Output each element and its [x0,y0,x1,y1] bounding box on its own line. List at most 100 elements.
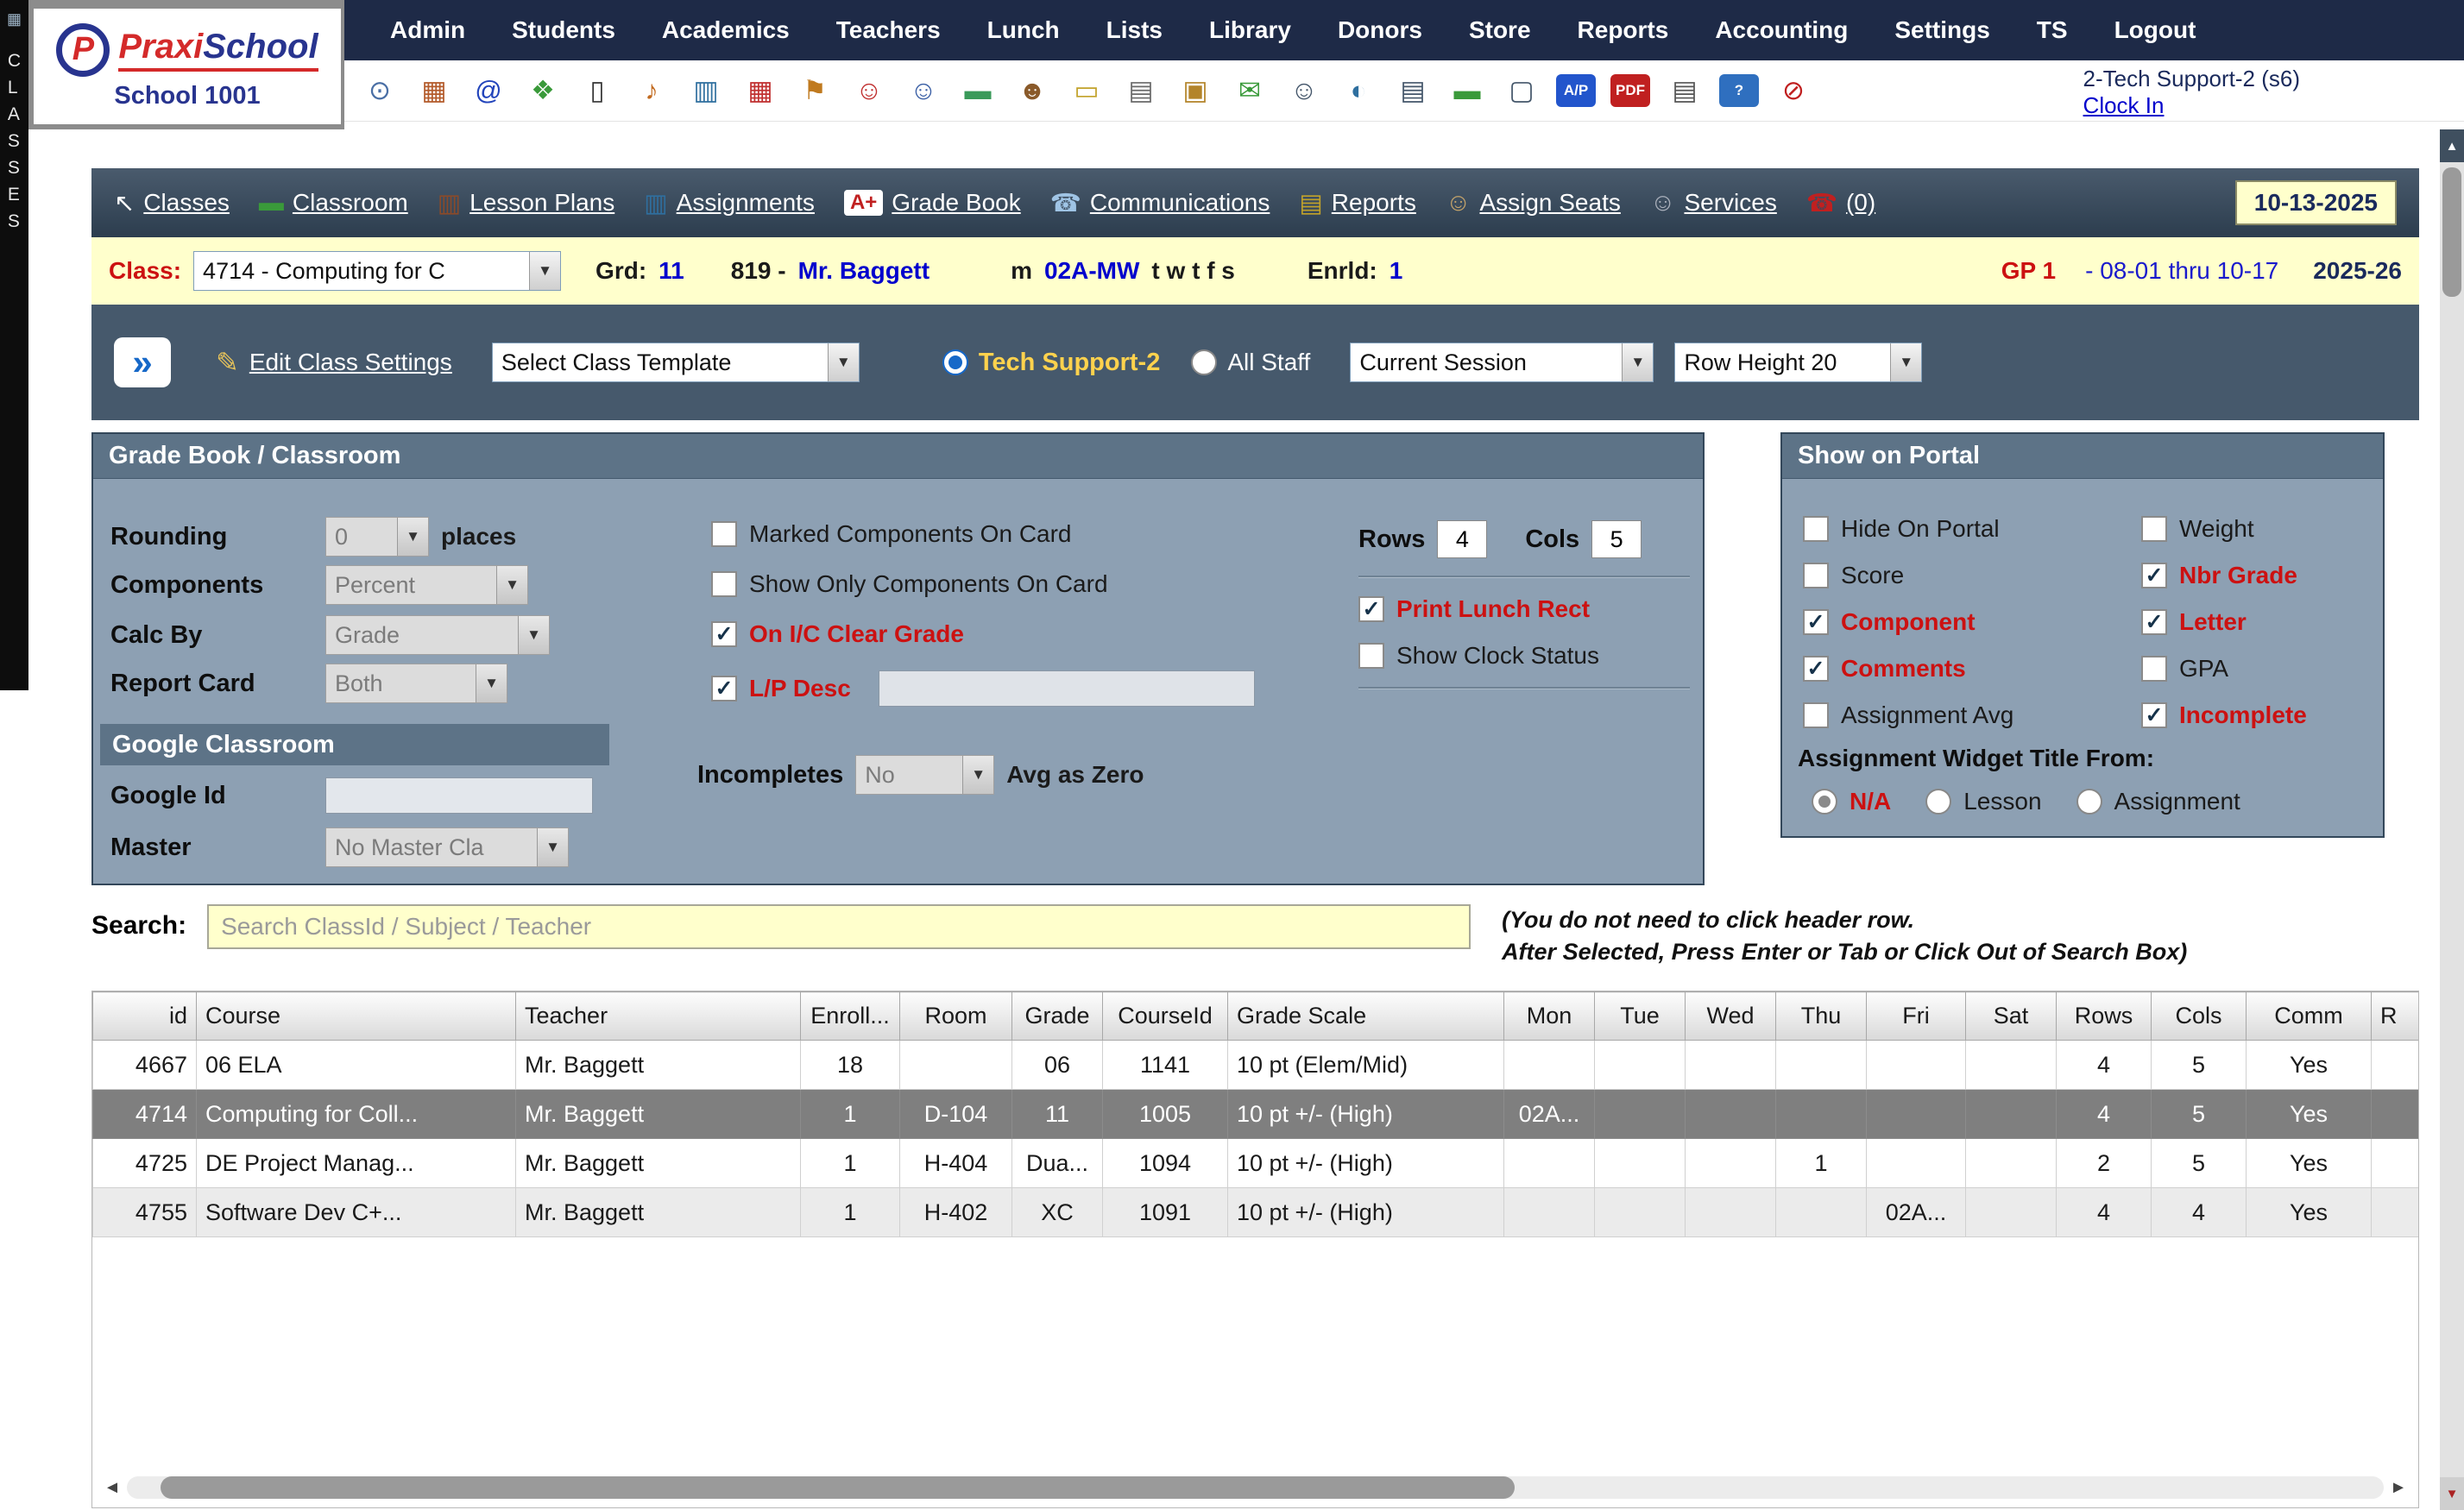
staff-icon[interactable]: ☺ [1284,71,1324,110]
chat-icon[interactable]: ❖ [523,71,563,110]
checkbox[interactable] [1358,643,1384,669]
column-header-wed[interactable]: Wed [1686,992,1776,1041]
help-icon[interactable]: ? [1719,74,1759,107]
column-header-room[interactable]: Room [900,992,1012,1041]
column-header-fri[interactable]: Fri [1867,992,1966,1041]
nav-classroom[interactable]: ▬Classroom [259,189,408,217]
news-icon[interactable]: ▤ [1393,71,1433,110]
scroll-left-arrow[interactable]: ◄ [98,1473,127,1502]
checkbox[interactable] [1803,609,1829,635]
nav-grade-book[interactable]: A+Grade Book [844,189,1021,217]
column-header-grade[interactable]: Grade [1012,992,1103,1041]
pdf-icon[interactable]: PDF [1610,74,1650,107]
menu-item-donors[interactable]: Donors [1314,16,1446,44]
column-header-comm[interactable]: Comm [2247,992,2372,1041]
rows-input[interactable] [1437,520,1487,558]
nav-communications[interactable]: ☎Communications [1050,188,1270,218]
search-input[interactable] [207,904,1471,949]
menu-item-accounting[interactable]: Accounting [1692,16,1871,44]
column-header-thu[interactable]: Thu [1776,992,1867,1041]
lesson-radio[interactable] [1925,789,1951,815]
checkbox[interactable] [1358,596,1384,622]
cols-input[interactable] [1591,520,1642,558]
menu-item-library[interactable]: Library [1186,16,1314,44]
ticket-icon[interactable]: ▬ [958,71,998,110]
mail-send-icon[interactable]: ✉ [1230,71,1270,110]
menu-item-settings[interactable]: Settings [1871,16,2013,44]
column-header-sat[interactable]: Sat [1966,992,2057,1041]
assignment-radio[interactable] [2076,789,2102,815]
column-header-grade-scale[interactable]: Grade Scale [1228,992,1504,1041]
column-header-courseid[interactable]: CourseId [1103,992,1228,1041]
nav-reports[interactable]: ▤Reports [1299,188,1415,218]
column-header-enroll-[interactable]: Enroll... [801,992,900,1041]
notepad-icon[interactable]: ▤ [1121,71,1161,110]
column-header-r[interactable]: R [2372,992,2419,1041]
session-select[interactable]: Current Session▼ [1350,343,1654,382]
checkbox[interactable] [711,521,737,547]
vscroll-thumb[interactable] [2442,167,2461,297]
checkbox[interactable] [2141,702,2167,728]
column-header-course[interactable]: Course [197,992,516,1041]
google-id-input[interactable] [325,777,593,814]
megaphone-icon[interactable]: ⚑ [795,71,835,110]
menu-item-reports[interactable]: Reports [1554,16,1692,44]
menu-item-lunch[interactable]: Lunch [964,16,1083,44]
column-header-teacher[interactable]: Teacher [516,992,801,1041]
mobile-icon[interactable]: ▯ [577,71,617,110]
all-staff-radio[interactable] [1191,349,1217,375]
master-select[interactable]: No Master Cla▼ [325,827,569,867]
class-template-select[interactable]: Select Class Template▼ [492,343,860,382]
nav-classes[interactable]: ↖Classes [114,188,230,218]
badge-icon[interactable]: ▬ [1447,71,1487,110]
components-select[interactable]: Percent▼ [325,565,528,605]
menu-item-admin[interactable]: Admin [367,16,488,44]
calendar-icon[interactable]: ▦ [414,71,454,110]
schedule-icon[interactable]: ▥ [686,71,726,110]
package-icon[interactable]: ▣ [1175,71,1215,110]
menu-item-logout[interactable]: Logout [2091,16,2220,44]
menu-item-store[interactable]: Store [1446,16,1554,44]
menu-item-students[interactable]: Students [488,16,639,44]
checkbox[interactable] [1803,656,1829,682]
menu-item-academics[interactable]: Academics [639,16,813,44]
lp-desc-input[interactable] [879,670,1255,707]
clock-icon[interactable]: ◐ [1339,71,1378,110]
edit-class-settings-link[interactable]: ✎ Edit Class Settings [216,346,452,379]
menu-item-lists[interactable]: Lists [1083,16,1186,44]
report-card-select[interactable]: Both▼ [325,664,507,703]
checkbox[interactable] [2141,563,2167,588]
table-row[interactable]: 466706 ELAMr. Baggett1806114110 pt (Elem… [93,1041,2419,1090]
checkbox[interactable] [2141,656,2167,682]
checkbox[interactable] [711,571,737,597]
class-select[interactable]: 4714 - Computing for C▼ [193,251,561,291]
column-header-cols[interactable]: Cols [2152,992,2247,1041]
nav-lesson-plans[interactable]: ▥Lesson Plans [438,188,615,218]
rounding-select[interactable]: 0▼ [325,517,429,557]
incompletes-select[interactable]: No▼ [855,755,994,795]
checkbox[interactable] [1803,563,1829,588]
print-icon[interactable]: ▤ [1665,71,1705,110]
nav-services[interactable]: ☺Services [1650,189,1777,217]
date-box[interactable]: 10-13-2025 [2235,180,2397,225]
calendar-red-icon[interactable]: ▦ [740,71,780,110]
table-row[interactable]: 4755Software Dev C+...Mr. Baggett1H-402X… [93,1188,2419,1237]
horizontal-scrollbar[interactable]: ◄ ► [92,1473,2418,1502]
na-radio[interactable] [1812,789,1837,815]
hscroll-thumb[interactable] [161,1476,1515,1499]
checkbox[interactable] [2141,609,2167,635]
nav-calls[interactable]: ☎(0) [1806,188,1875,218]
calc-by-select[interactable]: Grade▼ [325,615,550,655]
email-at-icon[interactable]: @ [469,71,508,110]
table-row[interactable]: 4714Computing for Coll...Mr. Baggett1D-1… [93,1090,2419,1139]
card-icon[interactable]: ▭ [1067,71,1106,110]
student-red-icon[interactable]: ☺ [849,71,889,110]
checkbox[interactable] [1803,516,1829,542]
column-header-tue[interactable]: Tue [1595,992,1686,1041]
speaker-icon[interactable]: ♪ [632,71,671,110]
hscroll-track[interactable] [127,1476,2384,1499]
row-height-select[interactable]: Row Height 20▼ [1674,343,1922,382]
scroll-right-arrow[interactable]: ► [2384,1473,2413,1502]
scroll-down-arrow[interactable]: ▼ [2440,1477,2464,1510]
table-row[interactable]: 4725DE Project Manag...Mr. Baggett1H-404… [93,1139,2419,1188]
